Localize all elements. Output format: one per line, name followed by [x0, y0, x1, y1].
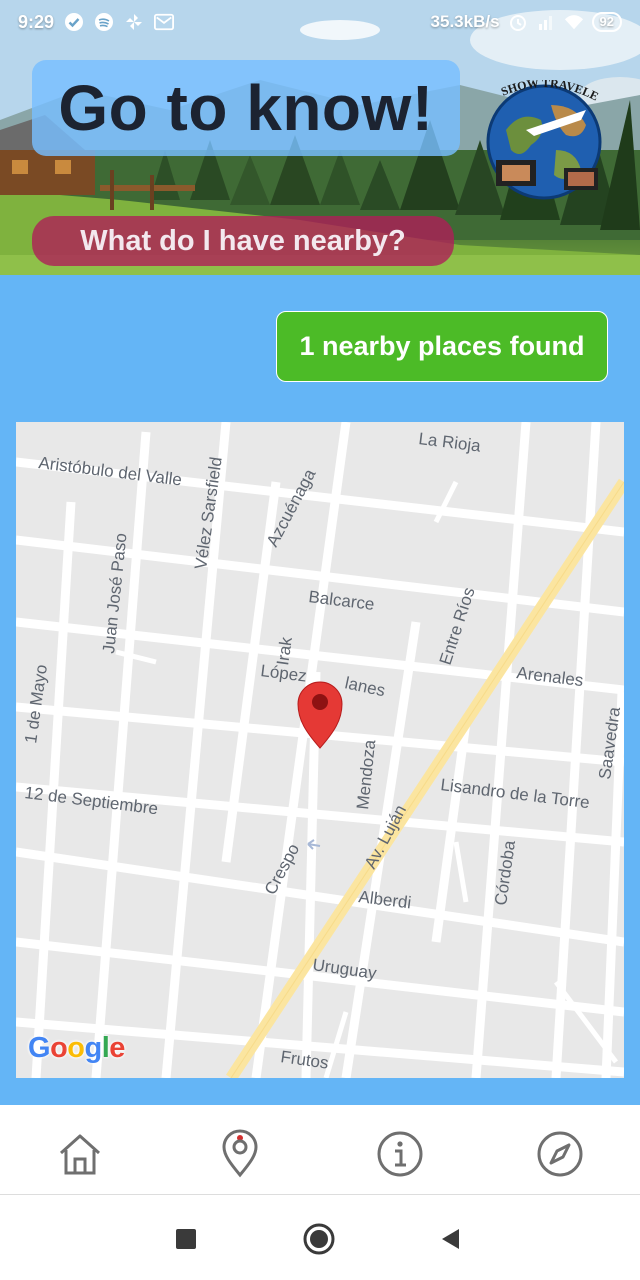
triangle-back-icon: [442, 1229, 459, 1249]
street-entre-rios: Entre Ríos: [436, 585, 479, 667]
nav-explore-button[interactable]: [535, 1129, 585, 1179]
street-lopez: López: [260, 661, 308, 686]
info-icon: [377, 1131, 423, 1177]
nav-info-button[interactable]: [375, 1129, 425, 1179]
street-alberdi: Alberdi: [358, 887, 413, 912]
circle-home-icon: [303, 1223, 335, 1255]
bottom-navigation: [0, 1105, 640, 1195]
street-arenales: Arenales: [516, 663, 585, 690]
location-pin-icon: [222, 1129, 258, 1178]
header-banner: 9:29 35.3kB/s 92 Go to know! What do I h…: [0, 0, 640, 275]
street-irak: Irak: [273, 635, 296, 666]
status-time: 9:29: [18, 11, 55, 32]
app-title: Go to know!: [58, 72, 434, 144]
alarm-icon: [508, 12, 528, 32]
google-letter-o2: o: [67, 1032, 85, 1064]
app-subtitle-box: What do I have nearby?: [32, 216, 454, 266]
square-recents-icon: [176, 1229, 196, 1249]
compass-icon: [537, 1131, 583, 1177]
back-button[interactable]: [430, 1219, 470, 1259]
gmail-icon: [154, 12, 175, 32]
check-circle-icon: [64, 12, 84, 32]
google-letter-g2: g: [84, 1032, 103, 1064]
wifi-icon: [564, 12, 584, 32]
street-lisandro: Lisandro de la Torre: [440, 775, 591, 812]
main-content: 1 nearby places found La Rioja Aristóbul…: [0, 275, 640, 1105]
pinwheel-icon: [124, 12, 144, 32]
map-view[interactable]: La Rioja Aristóbulo del Valle Vélez Sars…: [16, 422, 624, 1078]
google-letter-g: G: [28, 1032, 51, 1064]
google-letter-o1: o: [50, 1032, 68, 1064]
nav-home-button[interactable]: [55, 1129, 105, 1179]
app-title-box: Go to know!: [32, 60, 460, 156]
battery-icon: 92: [591, 12, 622, 32]
street-12-de-septiembre: 12 de Septiembre: [24, 783, 160, 818]
system-navigation-bar: [0, 1195, 640, 1280]
street-planes: lanes: [343, 673, 387, 700]
google-logo: Google: [28, 1032, 125, 1065]
show-travelers-logo: SHOW TRAVELERS: [486, 80, 602, 200]
recents-button[interactable]: [166, 1219, 206, 1259]
home-icon: [59, 1134, 101, 1175]
places-found-button[interactable]: 1 nearby places found: [276, 311, 608, 382]
google-letter-e: e: [109, 1032, 125, 1064]
system-home-button[interactable]: [299, 1219, 339, 1259]
street-mendoza: Mendoza: [353, 738, 379, 810]
places-found-label: 1 nearby places found: [299, 331, 585, 361]
street-1-de-mayo: 1 de Mayo: [21, 663, 51, 744]
spotify-icon: [94, 12, 114, 32]
map-streets: La Rioja Aristóbulo del Valle Vélez Sars…: [16, 422, 624, 1078]
status-bar: 9:29 35.3kB/s 92: [0, 0, 640, 44]
app-subtitle: What do I have nearby?: [80, 224, 406, 257]
nav-nearby-button[interactable]: [215, 1129, 265, 1179]
street-la-rioja: La Rioja: [418, 429, 483, 456]
signal-icon: [536, 12, 556, 32]
street-aristobulo: Aristóbulo del Valle: [38, 453, 184, 489]
network-speed: 35.3kB/s: [430, 12, 500, 31]
